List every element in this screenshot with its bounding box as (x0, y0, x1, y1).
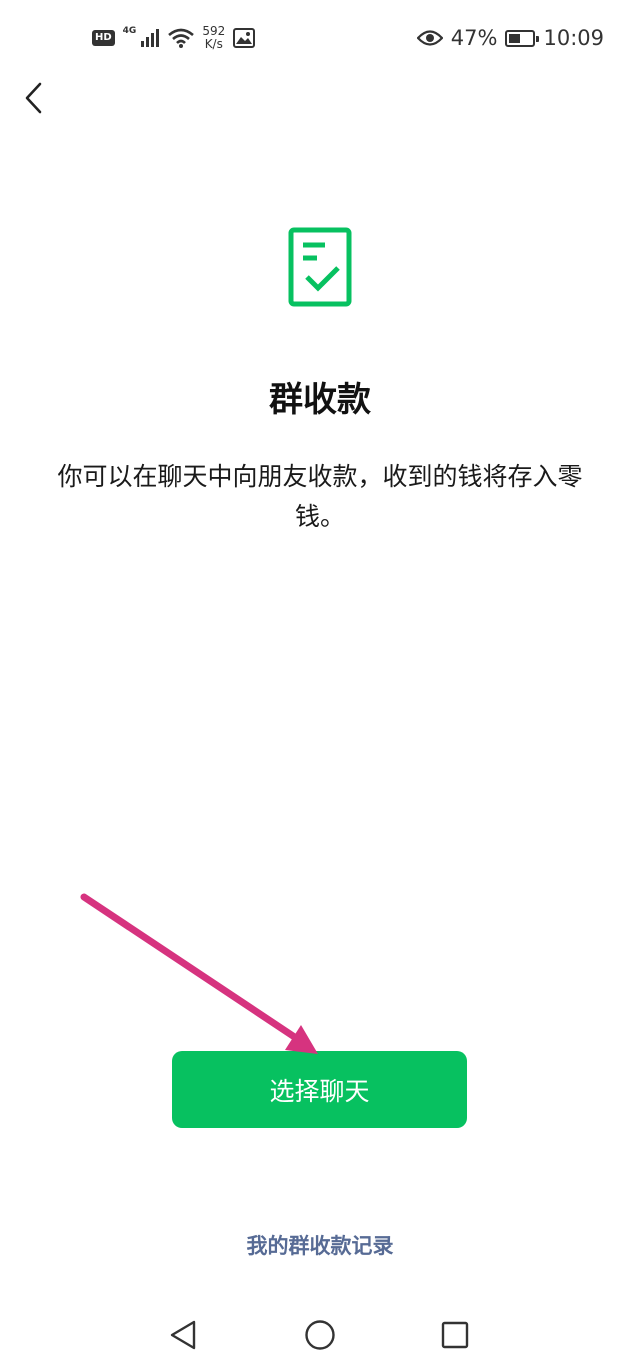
group-collection-records-link[interactable]: 我的群收款记录 (0, 1230, 640, 1260)
navigation-bar (0, 1300, 640, 1369)
description-text: 你可以在聊天中向朋友收款，收到的钱将存入零钱。 (57, 462, 583, 531)
page-title: 群收款 (269, 380, 371, 420)
chevron-left-icon (25, 82, 42, 114)
nav-back-button[interactable] (158, 1310, 208, 1360)
battery-level (509, 33, 520, 43)
network-type: 4G (122, 26, 137, 36)
nav-recents-button[interactable] (430, 1310, 480, 1360)
status-right: 47% 10:09 (416, 22, 604, 54)
battery-percent: 47% (450, 26, 498, 50)
clock: 10:09 (543, 26, 604, 50)
annotation-arrow (80, 893, 318, 1054)
gallery-icon (233, 28, 256, 48)
network-speed: 592 K/s (202, 25, 225, 51)
nav-back-icon (170, 1320, 196, 1350)
select-chat-button[interactable]: 选择聊天 (172, 1051, 467, 1128)
nav-home-icon (305, 1320, 335, 1350)
back-button[interactable] (12, 76, 56, 120)
wifi-icon (168, 28, 195, 48)
signal-icon (141, 29, 160, 47)
status-left: HD 4G 592 K/s (92, 22, 256, 54)
speed-unit: K/s (204, 37, 223, 51)
hd-badge: HD (92, 30, 115, 46)
eye-icon (416, 30, 443, 46)
nav-recents-icon (441, 1321, 469, 1349)
nav-home-button[interactable] (295, 1310, 345, 1360)
battery-icon (505, 29, 540, 47)
document-check-icon (288, 227, 352, 307)
status-bar: HD 4G 592 K/s 47% 10:09 (0, 0, 640, 76)
